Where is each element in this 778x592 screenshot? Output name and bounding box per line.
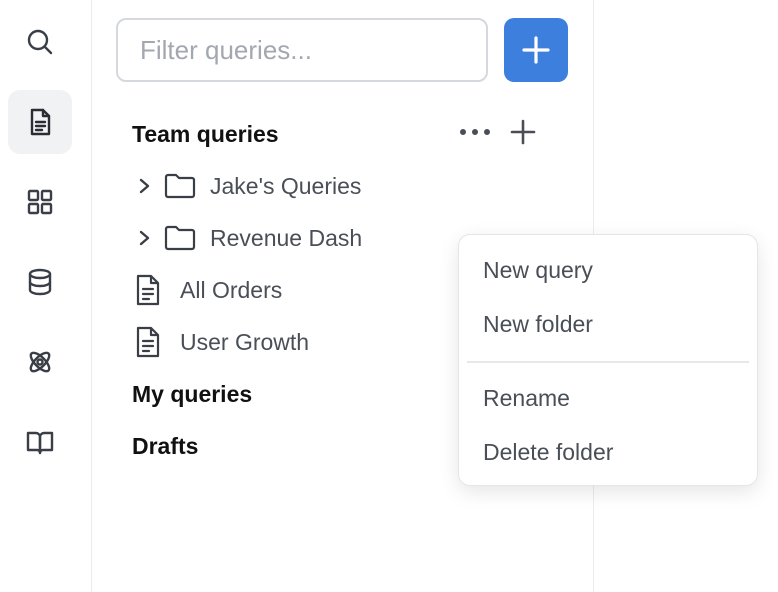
team-queries-actions: [458, 116, 536, 148]
filter-queries-input[interactable]: [116, 18, 488, 82]
menu-item-delete-folder[interactable]: Delete folder: [483, 439, 613, 466]
search-icon[interactable]: [8, 10, 72, 74]
database-icon[interactable]: [8, 250, 72, 314]
folder-label: Jake's Queries: [210, 172, 362, 199]
chevron-right-icon[interactable]: [138, 229, 162, 247]
plus-icon: [522, 36, 550, 64]
chevron-right-icon[interactable]: [138, 177, 162, 195]
folder-row[interactable]: Revenue Dash: [138, 220, 362, 256]
folder-context-menu: New query New folder Rename Delete folde…: [458, 234, 758, 486]
menu-divider: [467, 361, 749, 363]
document-icon[interactable]: [8, 90, 72, 154]
add-team-query-icon[interactable]: [510, 119, 536, 145]
my-queries-heading[interactable]: My queries: [132, 381, 252, 408]
document-icon: [130, 272, 166, 308]
drafts-heading[interactable]: Drafts: [132, 433, 198, 460]
query-label: User Growth: [180, 328, 310, 355]
icon-rail: [0, 0, 92, 592]
add-query-button[interactable]: [504, 18, 568, 82]
book-icon[interactable]: [8, 410, 72, 474]
team-queries-heading: Team queries: [132, 121, 279, 147]
query-row[interactable]: User Growth: [130, 324, 309, 360]
menu-item-new-query[interactable]: New query: [483, 257, 593, 284]
grid-icon[interactable]: [8, 170, 72, 234]
atom-icon[interactable]: [8, 330, 72, 394]
query-row[interactable]: All Orders: [130, 272, 282, 308]
folder-icon: [162, 220, 198, 256]
menu-item-new-folder[interactable]: New folder: [483, 311, 593, 338]
query-label: All Orders: [180, 276, 283, 303]
more-options-icon[interactable]: [458, 127, 492, 137]
folder-label: Revenue Dash: [210, 224, 363, 251]
folder-row[interactable]: Jake's Queries: [138, 168, 361, 204]
folder-icon: [162, 168, 198, 204]
menu-item-rename[interactable]: Rename: [483, 385, 570, 412]
document-icon: [130, 324, 166, 360]
